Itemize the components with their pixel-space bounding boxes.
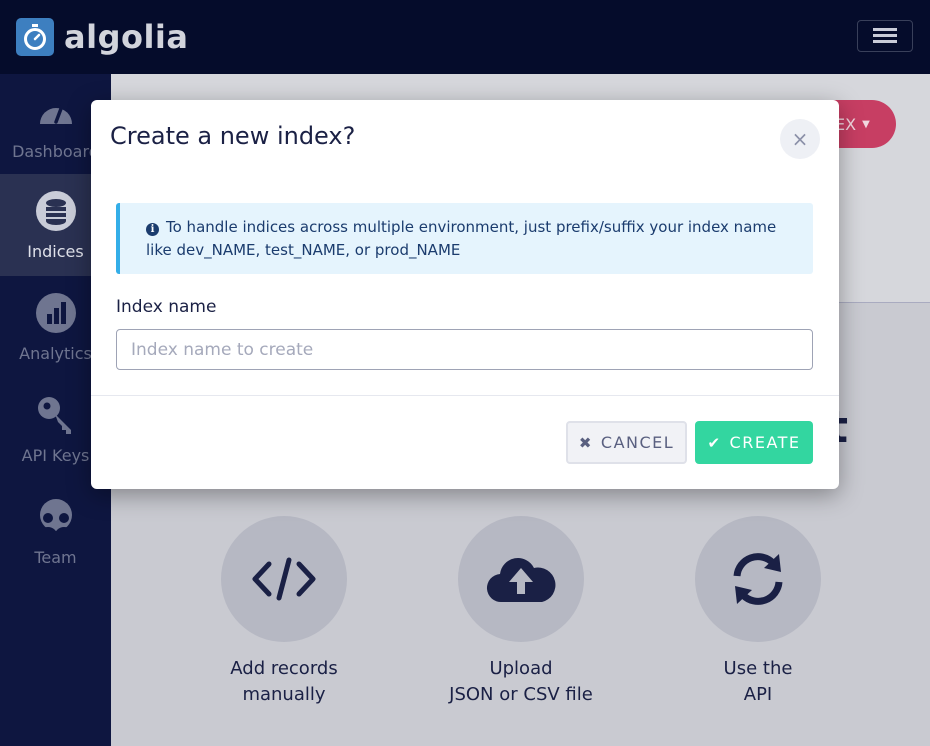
cancel-button-label: CANCEL (600, 433, 675, 452)
create-button[interactable]: ✔ CREATE (695, 421, 813, 464)
modal-backdrop[interactable]: Create a new index? × i To handle indices… (0, 0, 930, 746)
info-alert: i To handle indices across multiple envir… (116, 203, 813, 274)
info-icon: i (146, 223, 159, 236)
cancel-button[interactable]: ✖ CANCEL (566, 421, 687, 464)
close-icon[interactable]: × (780, 119, 820, 159)
modal-divider (91, 395, 839, 396)
create-index-modal: Create a new index? × i To handle indices… (91, 100, 839, 489)
modal-title: Create a new index? (110, 122, 356, 150)
times-icon: ✖ (578, 433, 593, 452)
index-name-label: Index name (116, 297, 217, 317)
index-name-input[interactable] (116, 329, 813, 370)
create-button-label: CREATE (729, 433, 801, 452)
check-icon: ✔ (707, 433, 722, 452)
info-text-line2: like dev_NAME, test_NAME, or prod_NAME (146, 241, 461, 259)
info-text-line1: To handle indices across multiple enviro… (166, 218, 777, 236)
